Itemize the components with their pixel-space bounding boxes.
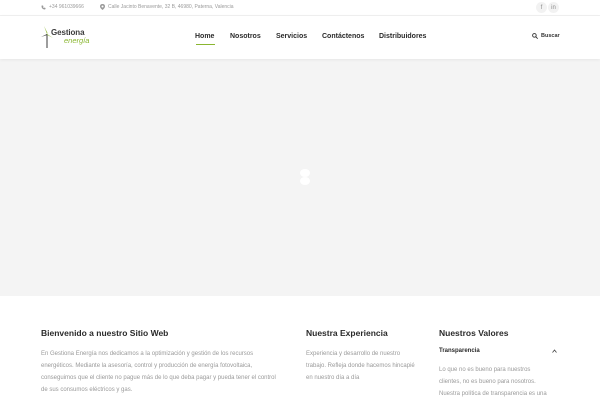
location-pin-icon (100, 4, 105, 10)
facebook-icon[interactable]: f (536, 2, 547, 13)
phone-text: +34 961039666 (49, 4, 84, 10)
search-button[interactable]: Buscar (532, 33, 560, 39)
logo-word-secondary: energía (64, 36, 90, 45)
search-icon (532, 33, 538, 39)
nav-distribuidores[interactable]: Distribuidores (379, 33, 426, 40)
nav-contactenos[interactable]: Contáctenos (322, 33, 364, 40)
welcome-text: En Gestiona Energía nos dedicamos a la o… (41, 351, 276, 393)
phone-icon (41, 5, 46, 9)
loading-spinner-icon (299, 169, 311, 187)
experience-text: Experiencia y desarrollo de nuestro trab… (306, 351, 415, 381)
search-label: Buscar (541, 33, 560, 39)
top-bar: +34 961039666 Calle Jacinto Benavente, 3… (0, 0, 600, 16)
accordion-transparencia[interactable]: Transparencia (439, 348, 480, 354)
welcome-title: Bienvenido a nuestro Sitio Web (41, 328, 169, 338)
phone-item[interactable]: +34 961039666 (41, 4, 84, 10)
experience-title: Nuestra Experiencia (306, 328, 388, 338)
site-logo[interactable]: Gestiona energía (41, 26, 93, 50)
site-header: Gestiona energía Home Nosotros Servicios… (0, 16, 600, 59)
address-text: Calle Jacinto Benavente, 32 B, 46980, Pa… (108, 4, 234, 10)
nav-nosotros[interactable]: Nosotros (230, 33, 261, 40)
chevron-up-icon[interactable] (552, 349, 557, 355)
nav-servicios[interactable]: Servicios (276, 33, 307, 40)
active-nav-indicator (196, 44, 215, 45)
values-title: Nuestros Valores (439, 328, 509, 338)
linkedin-icon[interactable]: in (548, 2, 559, 13)
nav-home[interactable]: Home (195, 33, 214, 40)
values-text: Lo que no es bueno para nuestros cliente… (439, 367, 547, 397)
content-section: Bienvenido a nuestro Sitio Web En Gestio… (0, 296, 600, 400)
address-item: Calle Jacinto Benavente, 32 B, 46980, Pa… (100, 4, 234, 10)
